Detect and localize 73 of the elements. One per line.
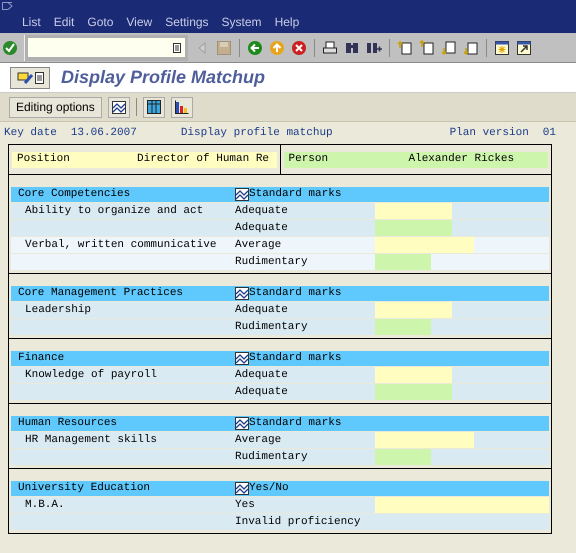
proficiency-text: Average bbox=[235, 434, 282, 446]
previous-page-icon bbox=[419, 40, 435, 56]
object-value: Director of Human Re bbox=[137, 152, 270, 168]
skill-name: Verbal, written communicative bbox=[25, 238, 216, 251]
group-title: Finance bbox=[17, 351, 66, 366]
proficiency-text: Yes bbox=[235, 498, 255, 511]
chart-icon bbox=[112, 100, 126, 114]
group-title: Core Competencies bbox=[17, 187, 132, 202]
group-title: Human Resources bbox=[17, 416, 118, 432]
command-field[interactable] bbox=[28, 38, 185, 57]
bar-chart-icon bbox=[174, 100, 189, 114]
skill-name: Leadership bbox=[25, 304, 92, 316]
last-page-icon bbox=[463, 40, 479, 56]
plan-version-label: Plan version bbox=[450, 126, 529, 141]
window-menu-icon bbox=[2, 2, 13, 10]
scale-name: Standard marks bbox=[249, 286, 342, 302]
graphic-button[interactable] bbox=[108, 96, 130, 118]
menu-item[interactable]: List bbox=[22, 13, 41, 31]
shortcut-icon bbox=[516, 40, 532, 56]
proficiency-text: Adequate bbox=[235, 304, 288, 316]
proficiency-text: Adequate bbox=[235, 222, 288, 234]
chart-icon bbox=[235, 417, 249, 430]
layout-button[interactable] bbox=[142, 96, 165, 118]
key-date-value: 13.06.2007 bbox=[70, 126, 137, 141]
scale-name: Standard marks bbox=[249, 416, 342, 432]
scale-name: Standard marks bbox=[249, 351, 342, 366]
proficiency-text: Average bbox=[235, 238, 282, 251]
group-title: University Education bbox=[17, 481, 152, 496]
object-label: Person bbox=[288, 152, 330, 168]
menu-item[interactable]: Help bbox=[274, 13, 300, 31]
proficiency-text: Invalid proficiency bbox=[235, 516, 360, 528]
menu-item[interactable]: Edit bbox=[54, 13, 74, 31]
next-page-icon bbox=[441, 40, 457, 56]
menu-item[interactable]: System bbox=[222, 13, 262, 31]
checkmark-icon bbox=[2, 40, 18, 56]
history-list-icon bbox=[173, 42, 181, 52]
table-icon bbox=[146, 100, 161, 114]
editing-options-button[interactable]: Editing options bbox=[9, 96, 102, 118]
group-title: Core Management Practices bbox=[17, 286, 184, 302]
new-window-icon bbox=[494, 40, 510, 56]
print-icon bbox=[322, 40, 338, 56]
chart-icon bbox=[235, 188, 249, 201]
menu-item[interactable]: View bbox=[126, 13, 152, 31]
chart-icon bbox=[235, 482, 249, 495]
save-icon bbox=[216, 40, 232, 56]
screen-title: Display Profile Matchup bbox=[61, 66, 266, 89]
triangle-left-icon bbox=[198, 42, 206, 54]
report-heading: Display profile matchup bbox=[180, 126, 333, 141]
display-change-button[interactable] bbox=[10, 66, 50, 88]
proficiency-text: Rudimentary bbox=[235, 256, 308, 268]
proficiency-text: Adequate bbox=[235, 204, 288, 217]
proficiency-text: Adequate bbox=[235, 386, 288, 398]
menu-item[interactable]: Settings bbox=[165, 13, 209, 31]
chart-icon bbox=[235, 287, 249, 300]
object-value: Alexander Rickes bbox=[408, 152, 514, 168]
document-icon bbox=[34, 72, 44, 84]
skill-name: Knowledge of payroll bbox=[25, 368, 158, 381]
cancel-icon bbox=[291, 40, 307, 56]
proficiency-text: Adequate bbox=[235, 368, 288, 381]
first-page-icon bbox=[397, 40, 413, 56]
skill-name: Ability to organize and act bbox=[25, 204, 204, 217]
proficiency-text: Rudimentary bbox=[235, 320, 308, 333]
menu-item[interactable]: Goto bbox=[87, 13, 114, 31]
key-date-label: Key date bbox=[4, 126, 57, 141]
skill-name: M.B.A. bbox=[25, 498, 65, 511]
scale-name: Yes/No bbox=[249, 481, 289, 496]
chart-button[interactable] bbox=[170, 96, 193, 118]
scale-name: Standard marks bbox=[249, 187, 342, 202]
proficiency-text: Rudimentary bbox=[235, 450, 308, 463]
chart-icon bbox=[235, 352, 249, 365]
skill-name: HR Management skills bbox=[25, 434, 158, 446]
plan-version-value: 01 bbox=[542, 126, 556, 141]
object-label: Position bbox=[17, 152, 71, 168]
